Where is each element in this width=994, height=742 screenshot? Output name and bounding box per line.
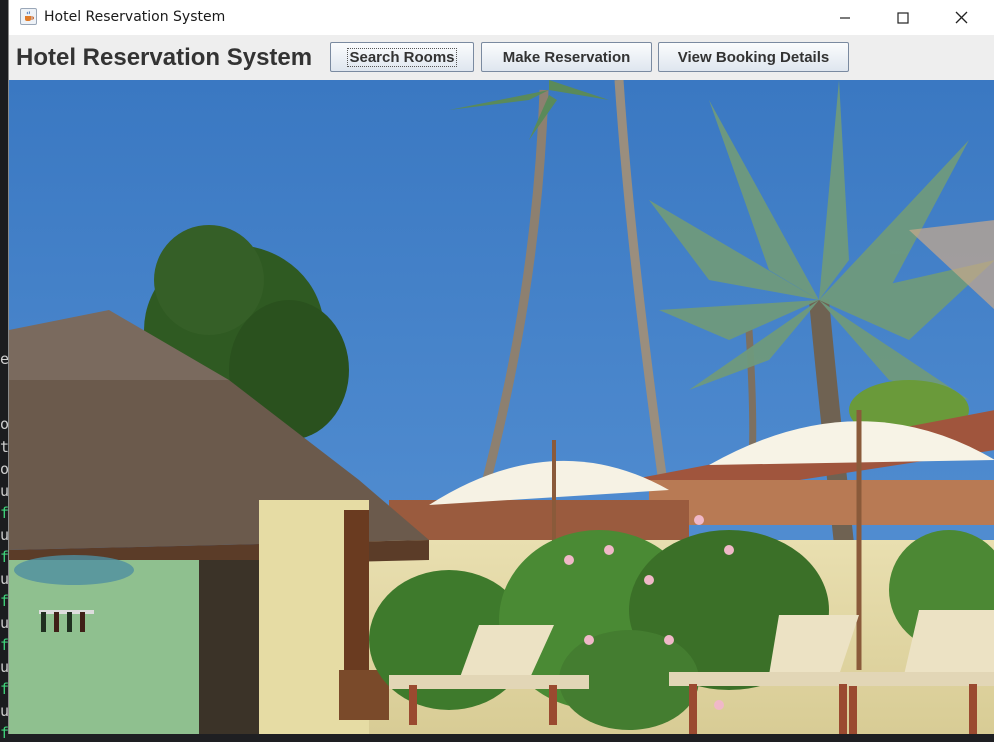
title-bar[interactable]: Hotel Reservation System [9, 0, 994, 35]
search-rooms-button[interactable]: Search Rooms [330, 42, 474, 72]
window-title: Hotel Reservation System [44, 9, 226, 25]
resort-pool-illustration [9, 80, 994, 734]
make-reservation-button[interactable]: Make Reservation [481, 42, 652, 72]
maximize-button[interactable] [874, 0, 932, 35]
app-window: Hotel Reservation System Hotel Reservati… [8, 0, 994, 734]
hero-resort-image [9, 80, 994, 734]
search-rooms-label: Search Rooms [347, 47, 457, 67]
close-button[interactable] [932, 0, 990, 35]
app-heading: Hotel Reservation System [16, 44, 313, 71]
close-icon [955, 11, 967, 24]
toolbar: Hotel Reservation System Search Rooms Ma… [9, 35, 994, 80]
minimize-icon [840, 16, 850, 19]
view-booking-details-button[interactable]: View Booking Details [658, 42, 849, 72]
minimize-button[interactable] [816, 0, 874, 35]
maximize-icon [897, 11, 909, 24]
java-cup-icon[interactable] [20, 8, 37, 25]
